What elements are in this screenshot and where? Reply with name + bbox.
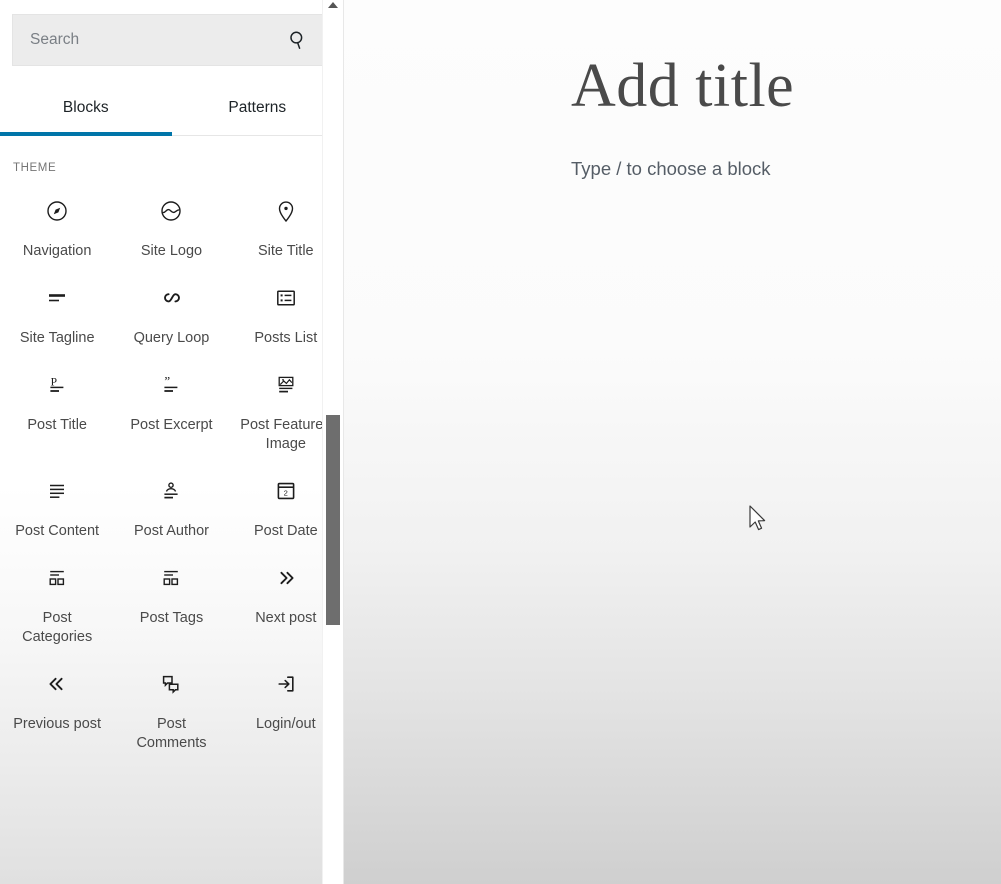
comments-bubbles-icon <box>158 671 184 697</box>
tab-blocks[interactable]: Blocks <box>0 80 172 136</box>
block-label: Login/out <box>255 716 316 732</box>
author-person-icon <box>158 478 184 504</box>
quote-excerpt-icon: ” <box>158 372 184 398</box>
search-icon <box>288 30 308 50</box>
block-item-navigation[interactable]: Navigation <box>0 184 114 271</box>
block-label: Previous post <box>13 716 102 732</box>
post-title-input[interactable] <box>571 52 991 121</box>
chevron-double-left-icon <box>44 671 70 697</box>
categories-icon <box>44 565 70 591</box>
compass-icon <box>44 198 70 224</box>
block-item-post-excerpt[interactable]: ” Post Featured Image Post Excerpt <box>114 358 228 464</box>
chevron-double-right-icon <box>273 565 299 591</box>
block-item-post-comments[interactable]: Post Comments <box>114 657 228 763</box>
post-title-icon: P <box>44 372 70 398</box>
svg-text:”: ” <box>165 374 171 389</box>
block-label: Post Author <box>134 523 209 539</box>
tags-icon <box>158 565 184 591</box>
block-label: Next post <box>255 610 317 626</box>
featured-image-icon <box>273 372 299 398</box>
block-label: Post Title <box>27 417 87 433</box>
calendar-icon: 2 <box>273 478 299 504</box>
block-label: Site Logo <box>140 243 203 259</box>
svg-text:P: P <box>51 376 57 388</box>
block-item-site-tagline[interactable]: Site Tagline <box>0 271 114 358</box>
site-logo-icon <box>158 198 184 224</box>
block-item-post-title[interactable]: P Post Title <box>0 358 114 464</box>
block-label: Post Date <box>253 523 318 539</box>
block-item-query-loop[interactable]: Query Loop <box>114 271 228 358</box>
editor-canvas: Type / to choose a block <box>343 0 1001 884</box>
block-label: Post Tags <box>139 610 204 626</box>
block-label: Query Loop <box>133 330 210 346</box>
block-item-post-content[interactable]: Post Content <box>0 464 114 551</box>
block-item-post-categories[interactable]: Post Categories <box>0 551 114 657</box>
block-list: Navigation Site Logo Site Title Site Tag… <box>0 174 343 763</box>
block-label: Post Excerpt <box>130 417 213 433</box>
content-lines-icon <box>44 478 70 504</box>
sidebar-scrollbar-thumb[interactable] <box>326 415 340 625</box>
editor-content-wrapper: Type / to choose a block <box>344 0 1001 180</box>
tagline-lines-icon <box>44 285 70 311</box>
section-heading-theme: THEME <box>13 162 57 174</box>
block-label: Site Title <box>258 243 314 259</box>
mouse-cursor <box>749 505 766 531</box>
block-item-site-logo[interactable]: Site Logo <box>114 184 228 271</box>
block-label: Post Comments <box>136 716 207 751</box>
search-input[interactable] <box>13 31 330 49</box>
svg-text:2: 2 <box>283 489 287 498</box>
tab-patterns[interactable]: Patterns <box>172 80 344 135</box>
search-area <box>0 0 343 66</box>
map-pin-icon <box>273 198 299 224</box>
post-body-placeholder[interactable]: Type / to choose a block <box>571 158 1001 180</box>
block-editor-screen: Blocks Patterns THEME Navigation <box>0 0 1001 884</box>
list-view-icon <box>273 285 299 311</box>
block-item-post-tags[interactable]: Post Tags <box>114 551 228 657</box>
block-item-post-author[interactable]: Post Author <box>114 464 228 551</box>
block-inserter-panel: Blocks Patterns THEME Navigation <box>0 0 343 884</box>
inserter-tabs: Blocks Patterns <box>0 80 343 136</box>
block-label: Navigation <box>22 243 92 259</box>
login-arrow-icon <box>273 671 299 697</box>
search-box[interactable] <box>12 14 331 66</box>
sidebar-scrollbar-track[interactable] <box>322 0 343 884</box>
block-label: Post Content <box>15 523 100 539</box>
scroll-up-arrow-icon[interactable] <box>328 2 338 8</box>
block-label: Posts List <box>254 330 318 346</box>
block-item-previous-post[interactable]: Previous post <box>0 657 114 763</box>
block-label: Site Tagline <box>19 330 95 346</box>
loop-infinity-icon <box>158 285 184 311</box>
block-label: Post Categories <box>22 610 93 645</box>
